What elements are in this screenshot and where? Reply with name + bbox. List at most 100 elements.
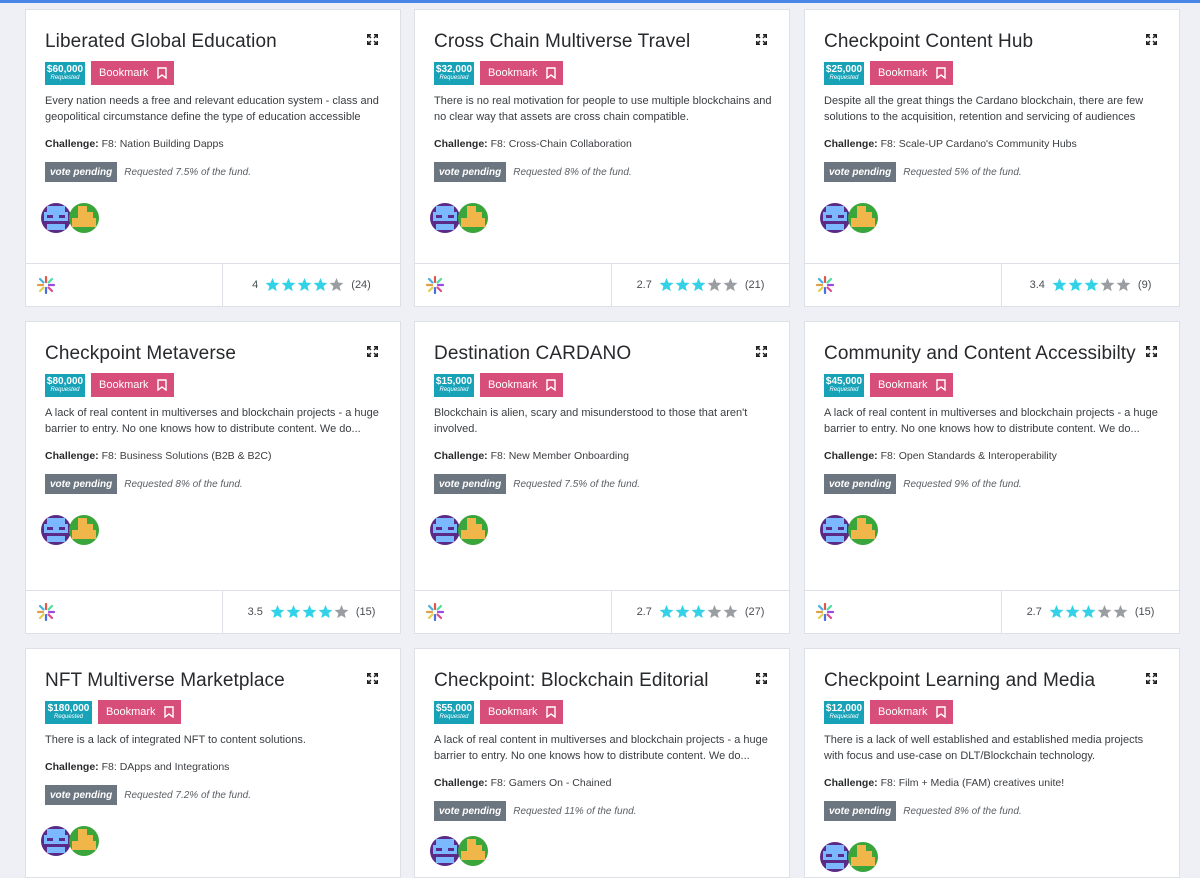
star-filled-icon: [1081, 605, 1096, 619]
footer-logo-area: [26, 591, 223, 633]
card-title[interactable]: Checkpoint: Blockchain Editorial: [434, 669, 771, 693]
bookmark-button[interactable]: Bookmark: [480, 61, 563, 85]
avatar[interactable]: [458, 836, 488, 866]
card-title[interactable]: Community and Content Accessibilty: [824, 342, 1161, 366]
expand-icon[interactable]: [367, 346, 378, 357]
bookmark-icon: [935, 67, 946, 79]
fund-percentage: Requested 7.5% of the fund.: [513, 478, 640, 490]
avatar[interactable]: [430, 515, 460, 545]
avatar[interactable]: [41, 515, 71, 545]
proposal-card[interactable]: Checkpoint Content Hub $25,000 Requested …: [804, 9, 1180, 307]
amount-badge: $15,000 Requested: [434, 373, 474, 397]
star-filled-icon: [302, 605, 317, 619]
bookmark-button[interactable]: Bookmark: [480, 373, 563, 397]
star-empty-icon: [334, 605, 349, 619]
card-title[interactable]: Checkpoint Content Hub: [824, 30, 1161, 54]
card-description: There is a lack of well established and …: [824, 734, 1144, 762]
star-rating: [1052, 278, 1132, 292]
bookmark-button[interactable]: Bookmark: [98, 700, 181, 724]
star-filled-icon: [675, 278, 690, 292]
avatar[interactable]: [69, 203, 99, 233]
avatar[interactable]: [458, 515, 488, 545]
card-title[interactable]: NFT Multiverse Marketplace: [45, 669, 382, 693]
expand-icon[interactable]: [756, 346, 767, 357]
team-avatars: [41, 826, 382, 860]
card-description: There is a lack of integrated NFT to con…: [45, 734, 306, 746]
team-avatars: [430, 203, 771, 237]
amount-badge: $55,000 Requested: [434, 700, 474, 724]
proposal-card[interactable]: Checkpoint Learning and Media $12,000 Req…: [804, 648, 1180, 878]
proposal-card[interactable]: Liberated Global Education $60,000 Reques…: [25, 9, 401, 307]
avatar[interactable]: [430, 203, 460, 233]
catalyst-logo-icon: [36, 275, 56, 295]
avatar[interactable]: [41, 826, 71, 856]
expand-icon[interactable]: [367, 673, 378, 684]
avatar[interactable]: [820, 203, 850, 233]
status-badge: vote pending: [45, 474, 118, 494]
card-title[interactable]: Checkpoint Learning and Media: [824, 669, 1161, 693]
rating-area: 4 (24): [223, 264, 400, 306]
catalyst-logo-icon: [815, 275, 835, 295]
expand-icon[interactable]: [1146, 346, 1157, 357]
bookmark-button[interactable]: Bookmark: [870, 61, 953, 85]
star-filled-icon: [1049, 605, 1064, 619]
star-rating: [659, 278, 739, 292]
star-rating: [265, 278, 345, 292]
card-title[interactable]: Checkpoint Metaverse: [45, 342, 382, 366]
expand-icon[interactable]: [1146, 34, 1157, 45]
fund-percentage: Requested 8% of the fund.: [124, 478, 243, 490]
avatar[interactable]: [820, 515, 850, 545]
rating-score: 2.7: [636, 279, 652, 291]
proposal-card[interactable]: Checkpoint Metaverse $80,000 Requested Bo…: [25, 321, 401, 634]
bookmark-button[interactable]: Bookmark: [91, 373, 174, 397]
footer-logo-area: [415, 264, 612, 306]
bookmark-button[interactable]: Bookmark: [870, 700, 953, 724]
team-avatars: [430, 515, 771, 549]
avatar[interactable]: [69, 826, 99, 856]
proposal-card[interactable]: Destination CARDANO $15,000 Requested Boo…: [414, 321, 790, 634]
expand-icon[interactable]: [1146, 673, 1157, 684]
bookmark-button[interactable]: Bookmark: [870, 373, 953, 397]
team-avatars: [820, 842, 1161, 876]
card-title[interactable]: Cross Chain Multiverse Travel: [434, 30, 771, 54]
star-filled-icon: [691, 278, 706, 292]
card-description: Despite all the great things the Cardano…: [824, 95, 1144, 123]
expand-icon[interactable]: [756, 34, 767, 45]
star-rating: [1049, 605, 1129, 619]
star-empty-icon: [707, 605, 722, 619]
vote-count: (15): [355, 606, 376, 618]
bookmark-button[interactable]: Bookmark: [480, 700, 563, 724]
avatar[interactable]: [848, 842, 878, 872]
proposal-card[interactable]: Community and Content Accessibilty $45,0…: [804, 321, 1180, 634]
avatar[interactable]: [430, 836, 460, 866]
card-description: Every nation needs a free and relevant e…: [45, 95, 379, 123]
card-title[interactable]: Destination CARDANO: [434, 342, 771, 366]
star-rating: [659, 605, 739, 619]
star-filled-icon: [1068, 278, 1083, 292]
star-filled-icon: [318, 605, 333, 619]
star-filled-icon: [1052, 278, 1067, 292]
expand-icon[interactable]: [367, 34, 378, 45]
catalyst-logo-icon: [36, 602, 56, 622]
amount-badge: $25,000 Requested: [824, 61, 864, 85]
avatar[interactable]: [848, 203, 878, 233]
proposal-card[interactable]: Cross Chain Multiverse Travel $32,000 Req…: [414, 9, 790, 307]
status-badge: vote pending: [824, 474, 897, 494]
card-title[interactable]: Liberated Global Education: [45, 30, 382, 54]
avatar[interactable]: [41, 203, 71, 233]
star-empty-icon: [1116, 278, 1131, 292]
expand-icon[interactable]: [756, 673, 767, 684]
rating-area: 3.4 (9): [1002, 264, 1179, 306]
proposal-card[interactable]: NFT Multiverse Marketplace $180,000 Reque…: [25, 648, 401, 878]
avatar[interactable]: [69, 515, 99, 545]
avatar[interactable]: [848, 515, 878, 545]
avatar[interactable]: [820, 842, 850, 872]
proposal-card[interactable]: Checkpoint: Blockchain Editorial $55,000…: [414, 648, 790, 878]
amount-badge: $12,000 Requested: [824, 700, 864, 724]
star-filled-icon: [1084, 278, 1099, 292]
avatar[interactable]: [458, 203, 488, 233]
fund-percentage: Requested 7.5% of the fund.: [124, 166, 251, 178]
vote-count: (15): [1134, 606, 1155, 618]
star-empty-icon: [329, 278, 344, 292]
bookmark-button[interactable]: Bookmark: [91, 61, 174, 85]
